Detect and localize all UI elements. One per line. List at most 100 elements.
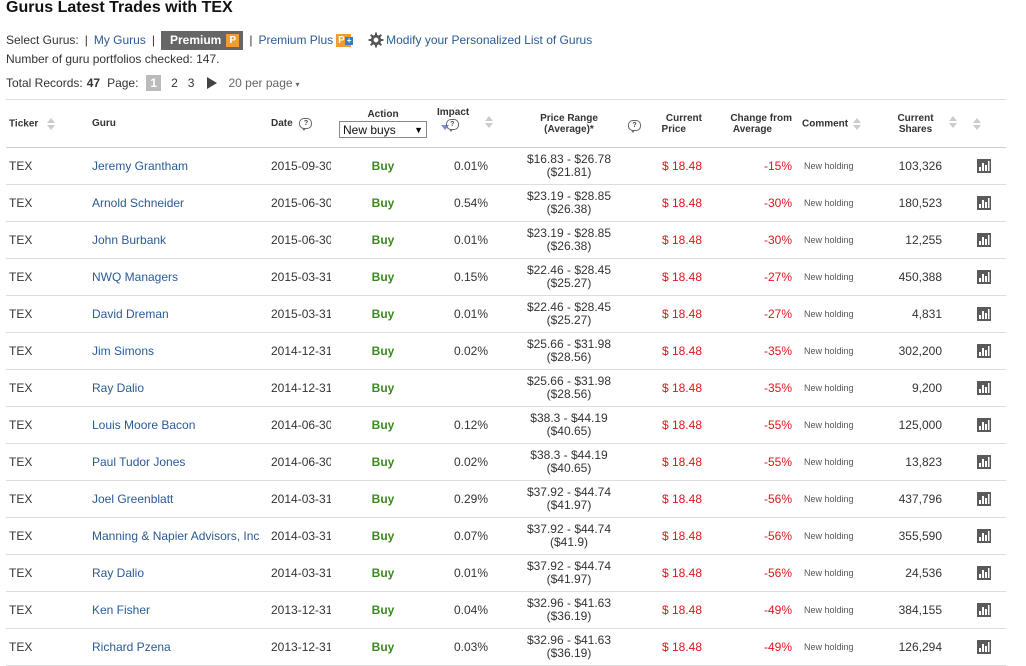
per-page-select[interactable]: 20 per page ▾: [228, 76, 299, 90]
current-price-cell: $ 18.48: [643, 591, 704, 629]
bar-chart-icon[interactable]: [976, 418, 991, 433]
shares-cell: 4,831: [870, 295, 961, 333]
chart-cell: [961, 628, 1006, 666]
guru-link[interactable]: Manning & Napier Advisors, Inc: [92, 529, 259, 543]
guru-link[interactable]: Ken Fisher: [92, 603, 150, 617]
sort-icon[interactable]: [972, 117, 981, 130]
date-header[interactable]: Date ?: [269, 99, 331, 148]
guru-link[interactable]: Ray Dalio: [92, 566, 144, 580]
change-cell: -55%: [704, 443, 794, 481]
price-average-value: ($36.19): [546, 646, 592, 660]
comment-cell: New holding: [794, 221, 870, 259]
price-average-value: ($41.97): [546, 572, 592, 586]
bar-chart-icon[interactable]: [976, 492, 991, 507]
current-price-header[interactable]: Current Price: [643, 99, 704, 148]
bar-chart-icon[interactable]: [976, 344, 991, 359]
comment-header[interactable]: Comment: [794, 99, 870, 148]
bar-chart-icon[interactable]: [976, 307, 991, 322]
table-row: TEX Joel Greenblatt 2014-03-31 Buy 0.29% $37.…: [6, 480, 1006, 518]
table-row: TEX John Burbank 2015-06-30 Buy 0.01% $23.19 …: [6, 221, 1006, 259]
bar-chart-icon[interactable]: [976, 529, 991, 544]
action-cell: Buy: [331, 517, 435, 555]
my-gurus-link[interactable]: My Gurus: [94, 33, 146, 47]
impact-cell: 0.29%: [435, 480, 495, 518]
shares-header[interactable]: Current Shares: [870, 99, 961, 148]
ticker-header[interactable]: Ticker: [6, 99, 90, 148]
table-row: TEX Jim Simons 2014-12-31 Buy 0.02% $25.66 - …: [6, 332, 1006, 370]
comment-cell: New holding: [794, 369, 870, 407]
help-bubble-icon[interactable]: ?: [299, 117, 313, 131]
table-row: TEX Arnold Schneider 2015-06-30 Buy 0.54% $23…: [6, 184, 1006, 222]
guru-link[interactable]: Arnold Schneider: [92, 196, 184, 210]
sort-icon[interactable]: [949, 116, 957, 128]
change-header-sublabel: Average: [732, 123, 772, 135]
ticker-cell: TEX: [6, 628, 90, 666]
date-cell: 2014-03-31: [269, 517, 331, 555]
guru-link[interactable]: John Burbank: [92, 233, 166, 247]
premium-plus-link[interactable]: Premium Plus: [258, 33, 333, 47]
page-label: Page:: [107, 76, 139, 90]
change-cell: -49%: [704, 628, 794, 666]
chart-cell: [961, 517, 1006, 555]
guru-link[interactable]: Jim Simons: [92, 344, 154, 358]
bar-chart-icon[interactable]: [976, 233, 991, 248]
separator: |: [84, 33, 88, 47]
guru-link[interactable]: NWQ Managers: [92, 270, 178, 284]
impact-header[interactable]: Impact ?: [435, 99, 495, 148]
sort-icon[interactable]: [47, 117, 56, 130]
action-filter-select[interactable]: New buys ▼: [339, 121, 427, 138]
portfolios-checked: Number of guru portfolios checked: 147.: [6, 52, 220, 66]
guru-link[interactable]: Joel Greenblatt: [92, 492, 173, 506]
guru-header[interactable]: Guru: [90, 99, 269, 148]
bar-chart-icon[interactable]: [976, 640, 991, 655]
bar-chart-icon[interactable]: [976, 455, 991, 470]
sort-icon[interactable]: [852, 117, 861, 130]
shares-header-sublabel: Shares: [898, 123, 933, 135]
sort-icon[interactable]: [485, 116, 493, 128]
price-range-header[interactable]: Price Range (Average)* ?: [495, 99, 643, 148]
bar-chart-icon[interactable]: [976, 196, 991, 211]
action-cell: Buy: [331, 591, 435, 629]
guru-link[interactable]: Paul Tudor Jones: [92, 455, 185, 469]
total-records-label: Total Records:: [6, 76, 83, 90]
table-row: TEX Richard Pzena 2013-12-31 Buy 0.03% $32.96…: [6, 628, 1006, 666]
price-average-value: ($25.27): [546, 276, 592, 290]
page-3-button[interactable]: 3: [188, 76, 195, 90]
comment-cell: New holding: [794, 517, 870, 555]
help-bubble-icon[interactable]: ?: [445, 118, 459, 132]
guru-link[interactable]: David Dreman: [92, 307, 169, 321]
change-header[interactable]: Change from Average: [704, 99, 794, 148]
guru-link[interactable]: Ray Dalio: [92, 381, 144, 395]
comment-cell: New holding: [794, 591, 870, 629]
ticker-cell: TEX: [6, 332, 90, 370]
chart-cell: [961, 184, 1006, 222]
ticker-cell: TEX: [6, 517, 90, 555]
guru-link[interactable]: Jeremy Grantham: [92, 159, 188, 173]
bar-chart-icon[interactable]: [976, 159, 991, 174]
guru-header-label: Guru: [92, 118, 116, 129]
next-page-icon[interactable]: [207, 77, 218, 89]
bar-chart-icon[interactable]: [976, 270, 991, 285]
action-filter-value: New buys: [343, 122, 396, 137]
premium-plus-badge-letter: P: [338, 34, 345, 46]
help-bubble-icon[interactable]: ?: [628, 120, 641, 133]
bar-chart-icon[interactable]: [976, 566, 991, 581]
premium-tab[interactable]: Premium P: [160, 30, 244, 50]
bar-chart-icon[interactable]: [976, 381, 991, 396]
bar-chart-icon[interactable]: [976, 603, 991, 618]
impact-cell: 0.02%: [435, 443, 495, 481]
price-average-value: ($41.9): [549, 535, 589, 549]
modify-gurus-label: Modify your Personalized List of Gurus: [386, 33, 593, 47]
table-row: TEX NWQ Managers 2015-03-31 Buy 0.15% $22.46 …: [6, 258, 1006, 296]
change-cell: -27%: [704, 258, 794, 296]
guru-link[interactable]: Louis Moore Bacon: [92, 418, 195, 432]
guru-link[interactable]: Richard Pzena: [92, 640, 171, 654]
shares-cell: 180,523: [870, 184, 961, 222]
page-1-button[interactable]: 1: [146, 75, 162, 91]
modify-gurus-link[interactable]: Modify your Personalized List of Gurus: [368, 32, 592, 48]
chart-cell: [961, 221, 1006, 259]
page-2-button[interactable]: 2: [171, 76, 178, 90]
ticker-cell: TEX: [6, 295, 90, 333]
current-price-cell: $ 18.48: [643, 369, 704, 407]
separator: |: [151, 33, 155, 47]
